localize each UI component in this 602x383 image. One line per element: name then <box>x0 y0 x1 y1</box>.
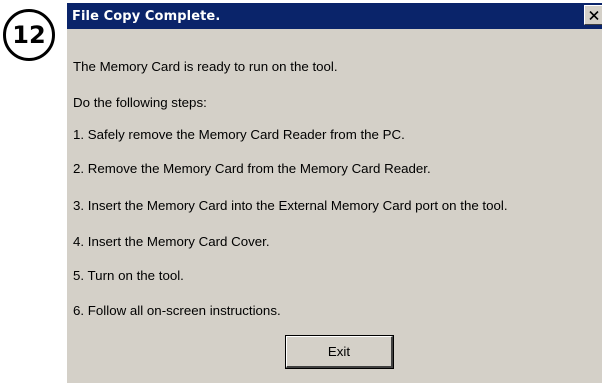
close-icon <box>589 10 599 20</box>
step-line: 2. Remove the Memory Card from the Memor… <box>73 161 431 176</box>
file-copy-complete-dialog: File Copy Complete. The Memory Card is r… <box>66 2 602 383</box>
step-line: 6. Follow all on-screen instructions. <box>73 303 281 318</box>
step-number-badge: 12 <box>3 9 55 61</box>
step-number: 12 <box>12 21 46 49</box>
step-line: 1. Safely remove the Memory Card Reader … <box>73 127 405 142</box>
dialog-titlebar: File Copy Complete. <box>67 3 602 29</box>
exit-button-label: Exit <box>327 344 351 359</box>
step-line: 4. Insert the Memory Card Cover. <box>73 234 270 249</box>
close-button[interactable] <box>584 5 602 25</box>
step-line: 3. Insert the Memory Card into the Exter… <box>73 198 508 213</box>
message-line: The Memory Card is ready to run on the t… <box>73 59 338 74</box>
dialog-title: File Copy Complete. <box>72 8 221 24</box>
exit-button[interactable]: Exit <box>285 335 394 369</box>
step-line: 5. Turn on the tool. <box>73 268 184 283</box>
message-line: Do the following steps: <box>73 95 207 110</box>
